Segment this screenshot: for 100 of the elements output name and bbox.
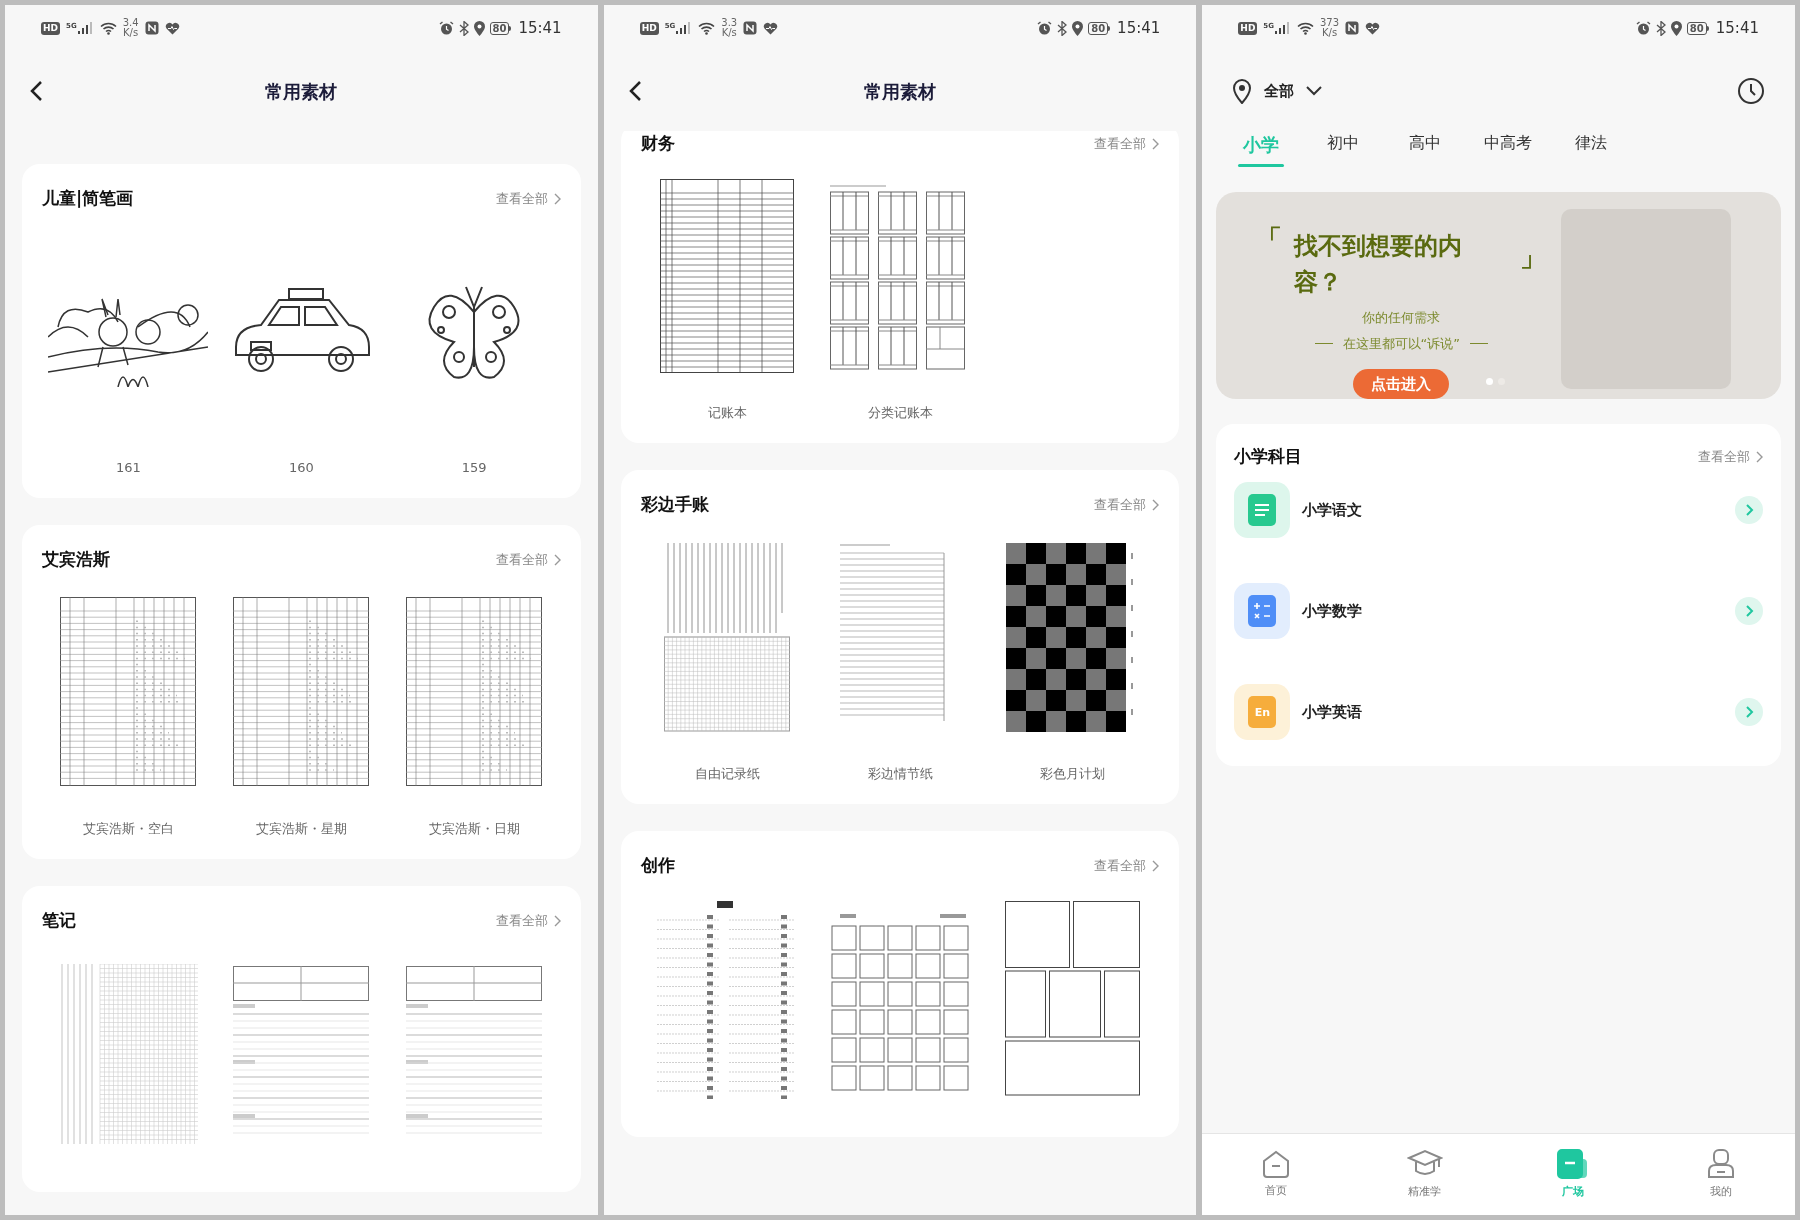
hd-badge: HD [1238,21,1258,35]
template-label[interactable]: 艾宾浩斯・星期 [255,819,347,839]
subject-name: 小学数学 [1302,600,1364,622]
hd-badge: HD [639,21,659,35]
battery-indicator: 80 [1088,21,1111,35]
category-tab[interactable]: 中高考 [1484,131,1533,164]
template-label[interactable]: 160 [288,458,314,478]
page-title: 常用素材 [265,79,338,104]
battery-indicator: 80 [489,21,512,35]
nfc-icon [144,21,159,35]
enter-button[interactable]: 点击进入 [1353,369,1450,399]
template-label[interactable]: 彩色月计划 [1040,764,1106,784]
alarm-icon [438,20,454,36]
category-title: 艾宾浩斯 [42,548,110,572]
chevron-circle-icon [1735,597,1763,625]
template-label[interactable]: 记账本 [707,403,747,423]
heart-icon [1365,21,1381,35]
page-title: 常用素材 [864,79,936,104]
alarm-icon [1635,20,1651,36]
home-icon [1262,1149,1291,1178]
view-all-link[interactable]: 查看全部 [1094,134,1160,154]
category-title: 彩边手账 [640,493,709,517]
category-title: 笔记 [42,909,76,933]
promo-banner[interactable]: 「 找不到想要的内容？ 」 你的任何需求 在这里都可以“诉说” 点击进入 [1216,192,1781,399]
chevron-right-icon [1152,138,1160,150]
chevron-circle-icon [1735,496,1763,524]
signal-icon [1275,22,1291,34]
speed-unit: K/s [123,28,139,38]
heart-icon [164,21,180,35]
chevron-down-icon [1306,86,1323,96]
chevron-right-icon [1152,499,1160,511]
view-all-link[interactable]: 查看全部 [1698,447,1763,467]
square-tab-icon [1556,1148,1589,1179]
chevron-circle-icon [1735,698,1763,726]
speed-value: 373 [1320,18,1340,28]
hd-badge: HD [41,21,60,35]
view-all-link[interactable]: 查看全部 [495,911,561,931]
view-all-link[interactable]: 查看全部 [495,550,561,570]
template-label[interactable]: 彩边情节纸 [867,764,933,784]
subject-row[interactable]: 小学数学 [1234,583,1763,639]
category-tab[interactable]: 初中 [1320,131,1367,164]
signal-icon [676,22,693,34]
banner-headline: 找不到想要的内容？ [1294,231,1464,298]
banner-subtitle: 你的任何需求 [1362,309,1441,327]
back-icon[interactable] [627,80,642,102]
category-tab[interactable]: 高中 [1402,131,1449,164]
clock-time: 15:41 [518,17,562,39]
back-icon[interactable] [29,80,43,102]
chevron-right-icon [1152,860,1160,872]
subject-row[interactable]: 小学语文 [1234,482,1763,538]
category-tab[interactable]: 律法 [1568,131,1615,164]
bluetooth-icon [1057,20,1068,36]
banner-tagline: 在这里都可以“诉说” [1342,334,1461,353]
bracket-mark: 」 [1520,241,1547,274]
person-icon [1706,1148,1735,1179]
wifi-icon [698,21,716,35]
subject-name: 小学语文 [1302,499,1364,521]
clock-icon[interactable] [1737,77,1765,105]
view-all-link[interactable]: 查看全部 [1094,856,1160,876]
nav-tab[interactable]: 精准学 [1350,1134,1499,1215]
card-title: 小学科目 [1234,445,1303,469]
template-label[interactable]: 159 [461,458,487,478]
clock-time: 15:41 [1715,17,1759,39]
english-book-icon: En [1234,684,1291,740]
nfc-icon [743,21,758,35]
speed-value: 3.3 [721,18,738,28]
category-title: 儿童|简笔画 [42,187,134,211]
wifi-icon [99,21,117,35]
bracket-mark: 「 [1256,223,1283,256]
template-label[interactable]: 分类记账本 [867,403,933,423]
nav-tab[interactable]: 我的 [1646,1134,1795,1215]
template-label[interactable]: 艾宾浩斯・日期 [428,819,520,839]
subject-row[interactable]: En 小学英语 [1234,684,1763,740]
alarm-icon [1037,20,1053,36]
category-title: 财务 [640,132,675,156]
chevron-right-icon [553,554,561,566]
battery-indicator: 80 [1686,21,1709,35]
template-label[interactable]: 161 [116,458,141,478]
location-icon [1072,20,1084,36]
nav-tab[interactable]: 首页 [1202,1134,1351,1215]
clock-time: 15:41 [1117,17,1161,39]
view-all-link[interactable]: 查看全部 [1094,495,1160,515]
view-all-link[interactable]: 查看全部 [495,189,561,209]
bluetooth-icon [1655,20,1666,36]
location-icon [1670,20,1682,36]
speed-value: 3.4 [122,18,139,28]
nfc-icon [1345,21,1360,35]
chevron-right-icon [1756,451,1763,463]
location-selector[interactable]: 全部 [1232,78,1323,104]
signal-icon [77,22,94,34]
location-icon [473,20,485,36]
heart-icon [763,21,779,35]
template-label[interactable]: 艾宾浩斯・空白 [82,819,174,839]
chevron-right-icon [553,193,561,205]
chevron-right-icon [553,915,561,927]
category-title: 创作 [640,854,675,878]
bluetooth-icon [458,20,469,36]
template-label[interactable]: 自由记录纸 [694,764,760,784]
speed-unit: K/s [721,28,737,38]
subject-name: 小学英语 [1302,701,1364,723]
